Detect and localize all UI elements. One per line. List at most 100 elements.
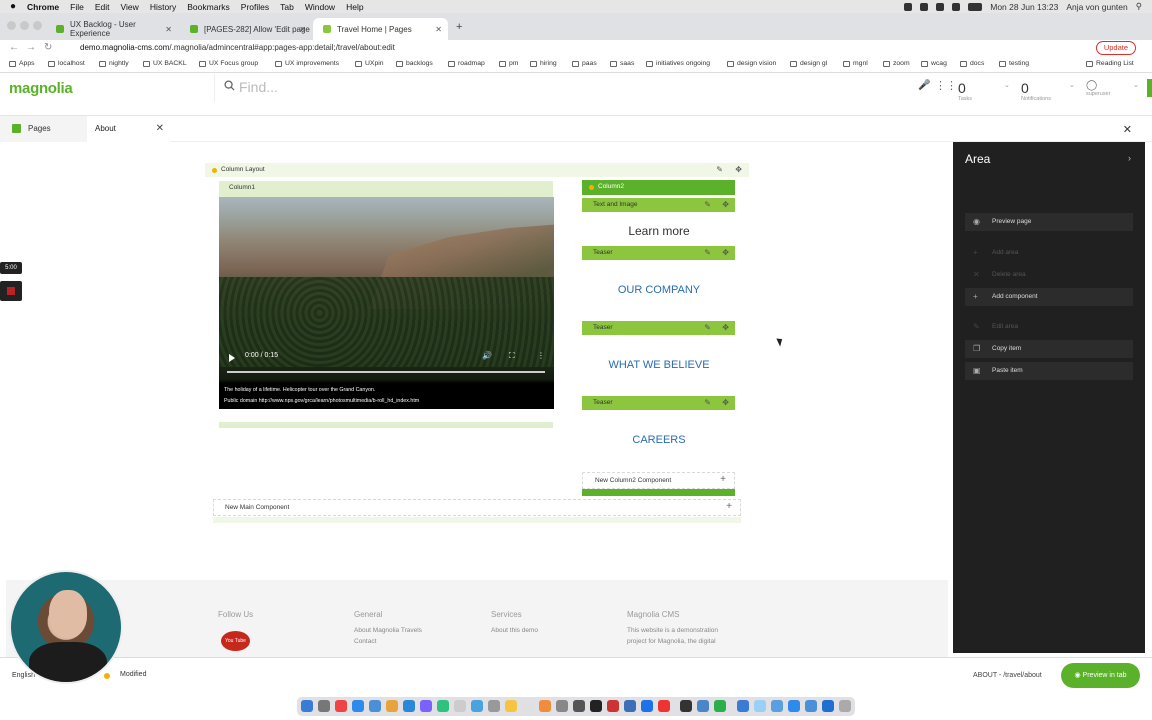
status-icon[interactable] (920, 2, 929, 11)
column-layout-bar[interactable]: Column Layout ✎ ✥ (205, 163, 749, 177)
messages-icon[interactable] (437, 700, 449, 712)
menu-history[interactable]: History (150, 2, 176, 12)
user-menu[interactable]: ◯ superuser (1086, 80, 1110, 97)
new-column2-component[interactable]: New Column2 Component + (582, 472, 735, 489)
app-icon[interactable] (471, 700, 483, 712)
app-icon[interactable] (573, 700, 585, 712)
bookmark-item[interactable]: UXpin (355, 60, 384, 67)
chrome-update-button[interactable]: Update (1095, 41, 1136, 55)
tasks-indicator[interactable]: 0 Tasks (958, 80, 972, 102)
safari-icon[interactable] (352, 700, 364, 712)
more-options-icon[interactable]: ⋮ (537, 351, 545, 360)
menu-file[interactable]: File (70, 2, 84, 12)
app-icon[interactable] (658, 700, 670, 712)
bookmark-apps[interactable]: Apps (9, 60, 35, 67)
finder-icon[interactable] (301, 700, 313, 712)
footer-link[interactable]: Contact (354, 638, 376, 645)
reading-list[interactable]: Reading List (1086, 60, 1134, 67)
new-tab-button[interactable]: + (456, 21, 462, 33)
app-icon[interactable] (624, 700, 636, 712)
teaser-bar[interactable]: Teaser ✎ ✥ (582, 246, 735, 260)
chevron-right-icon[interactable]: › (1128, 153, 1131, 163)
chevron-down-icon[interactable]: ⌄ (1004, 81, 1010, 89)
what-we-believe-heading[interactable]: WHAT WE BELIEVE (582, 359, 736, 371)
terminal-icon[interactable] (590, 700, 602, 712)
chevron-down-icon[interactable]: ⌄ (1133, 81, 1139, 89)
folder-icon[interactable] (754, 700, 766, 712)
recording-stop-button[interactable] (0, 281, 22, 301)
chrome-icon[interactable] (335, 700, 347, 712)
menubar-user[interactable]: Anja von gunten (1066, 2, 1127, 12)
bookmark-item[interactable]: mgnl (843, 60, 868, 67)
zoom-icon[interactable] (403, 700, 415, 712)
menu-help[interactable]: Help (346, 2, 363, 12)
search-input[interactable]: Find... (239, 79, 278, 95)
pencil-icon[interactable]: ✎ (704, 246, 711, 260)
wifi-icon[interactable] (952, 2, 961, 11)
bookmark-item[interactable]: saas (610, 60, 634, 67)
slack-icon[interactable] (386, 700, 398, 712)
action-paste-item[interactable]: ▣ Paste item (965, 362, 1133, 380)
url-bar[interactable]: demo.magnolia-cms.com/.magnolia/admincen… (60, 41, 970, 55)
browser-tab-active[interactable]: Travel Home | Pages ✕ (313, 18, 448, 40)
column2-bar[interactable]: Column2 (582, 180, 735, 195)
app-icon[interactable] (556, 700, 568, 712)
bookmark-item[interactable]: UX Focus group (199, 60, 258, 67)
preview-in-tab-button[interactable]: ◉ Preview in tab (1061, 663, 1140, 688)
notifications-indicator[interactable]: 0 Notifications (1021, 80, 1051, 102)
menu-view[interactable]: View (121, 2, 139, 12)
bookmark-item[interactable]: design gl (790, 60, 827, 67)
status-icon[interactable] (936, 2, 945, 11)
text-and-image-bar[interactable]: Text and Image ✎ ✥ (582, 198, 735, 212)
app-icon[interactable] (420, 700, 432, 712)
bookmark-item[interactable]: hiring (530, 60, 557, 67)
bookmark-item[interactable]: docs (960, 60, 984, 67)
teaser-bar[interactable]: Teaser ✎ ✥ (582, 396, 735, 410)
footer-link[interactable]: About this demo (491, 627, 538, 634)
menu-app-name[interactable]: Chrome (27, 2, 59, 12)
battery-icon[interactable] (968, 2, 983, 11)
folder-icon[interactable] (737, 700, 749, 712)
plus-icon[interactable]: + (726, 501, 732, 512)
move-icon[interactable]: ✥ (722, 198, 729, 212)
menubar-datetime[interactable]: Mon 28 Jun 13:23 (990, 2, 1058, 12)
video-player[interactable]: 0:00 / 0:15 🔊 ⛶ ⋮ The holiday of a lifet… (219, 197, 554, 409)
app-icon[interactable] (641, 700, 653, 712)
bookmark-item[interactable]: pm (499, 60, 518, 67)
action-preview-page[interactable]: ◉ Preview page (965, 213, 1133, 231)
new-main-component[interactable]: New Main Component + (213, 499, 741, 516)
bookmark-item[interactable]: initiatives ongoing (646, 60, 710, 67)
back-icon[interactable]: ← (9, 42, 19, 53)
youtube-icon[interactable]: You Tube (221, 631, 250, 651)
folder-icon[interactable] (771, 700, 783, 712)
bookmark-item[interactable]: localhost (48, 60, 85, 67)
teaser-bar[interactable]: Teaser ✎ ✥ (582, 321, 735, 335)
tab-pages[interactable]: Pages (0, 116, 87, 142)
footer-link[interactable]: About Magnolia Travels (354, 627, 422, 634)
window-close-button[interactable] (7, 21, 16, 30)
pencil-icon[interactable]: ✎ (704, 198, 711, 212)
move-icon[interactable]: ✥ (735, 163, 742, 177)
tab-close-icon[interactable]: ✕ (299, 25, 306, 34)
pencil-icon[interactable]: ✎ (716, 163, 723, 177)
app-icon[interactable] (539, 700, 551, 712)
move-icon[interactable]: ✥ (722, 321, 729, 335)
app-icon[interactable] (805, 700, 817, 712)
app-icon[interactable] (369, 700, 381, 712)
bookmark-item[interactable]: design vision (727, 60, 776, 67)
bookmark-item[interactable]: paas (572, 60, 597, 67)
our-company-heading[interactable]: OUR COMPANY (582, 284, 736, 296)
menu-bookmarks[interactable]: Bookmarks (187, 2, 230, 12)
plus-icon[interactable]: + (720, 474, 726, 485)
window-minimize-button[interactable] (20, 21, 29, 30)
bookmark-item[interactable]: roadmap (448, 60, 485, 67)
menu-edit[interactable]: Edit (95, 2, 110, 12)
fullscreen-icon[interactable]: ⛶ (509, 351, 515, 361)
app-icon[interactable] (697, 700, 709, 712)
action-copy-item[interactable]: ❐ Copy item (965, 340, 1133, 358)
trash-icon[interactable] (839, 700, 851, 712)
bookmark-item[interactable]: UX BACKL (143, 60, 187, 67)
pencil-icon[interactable]: ✎ (704, 396, 711, 410)
careers-heading[interactable]: CAREERS (582, 434, 736, 446)
play-icon[interactable] (229, 354, 235, 362)
